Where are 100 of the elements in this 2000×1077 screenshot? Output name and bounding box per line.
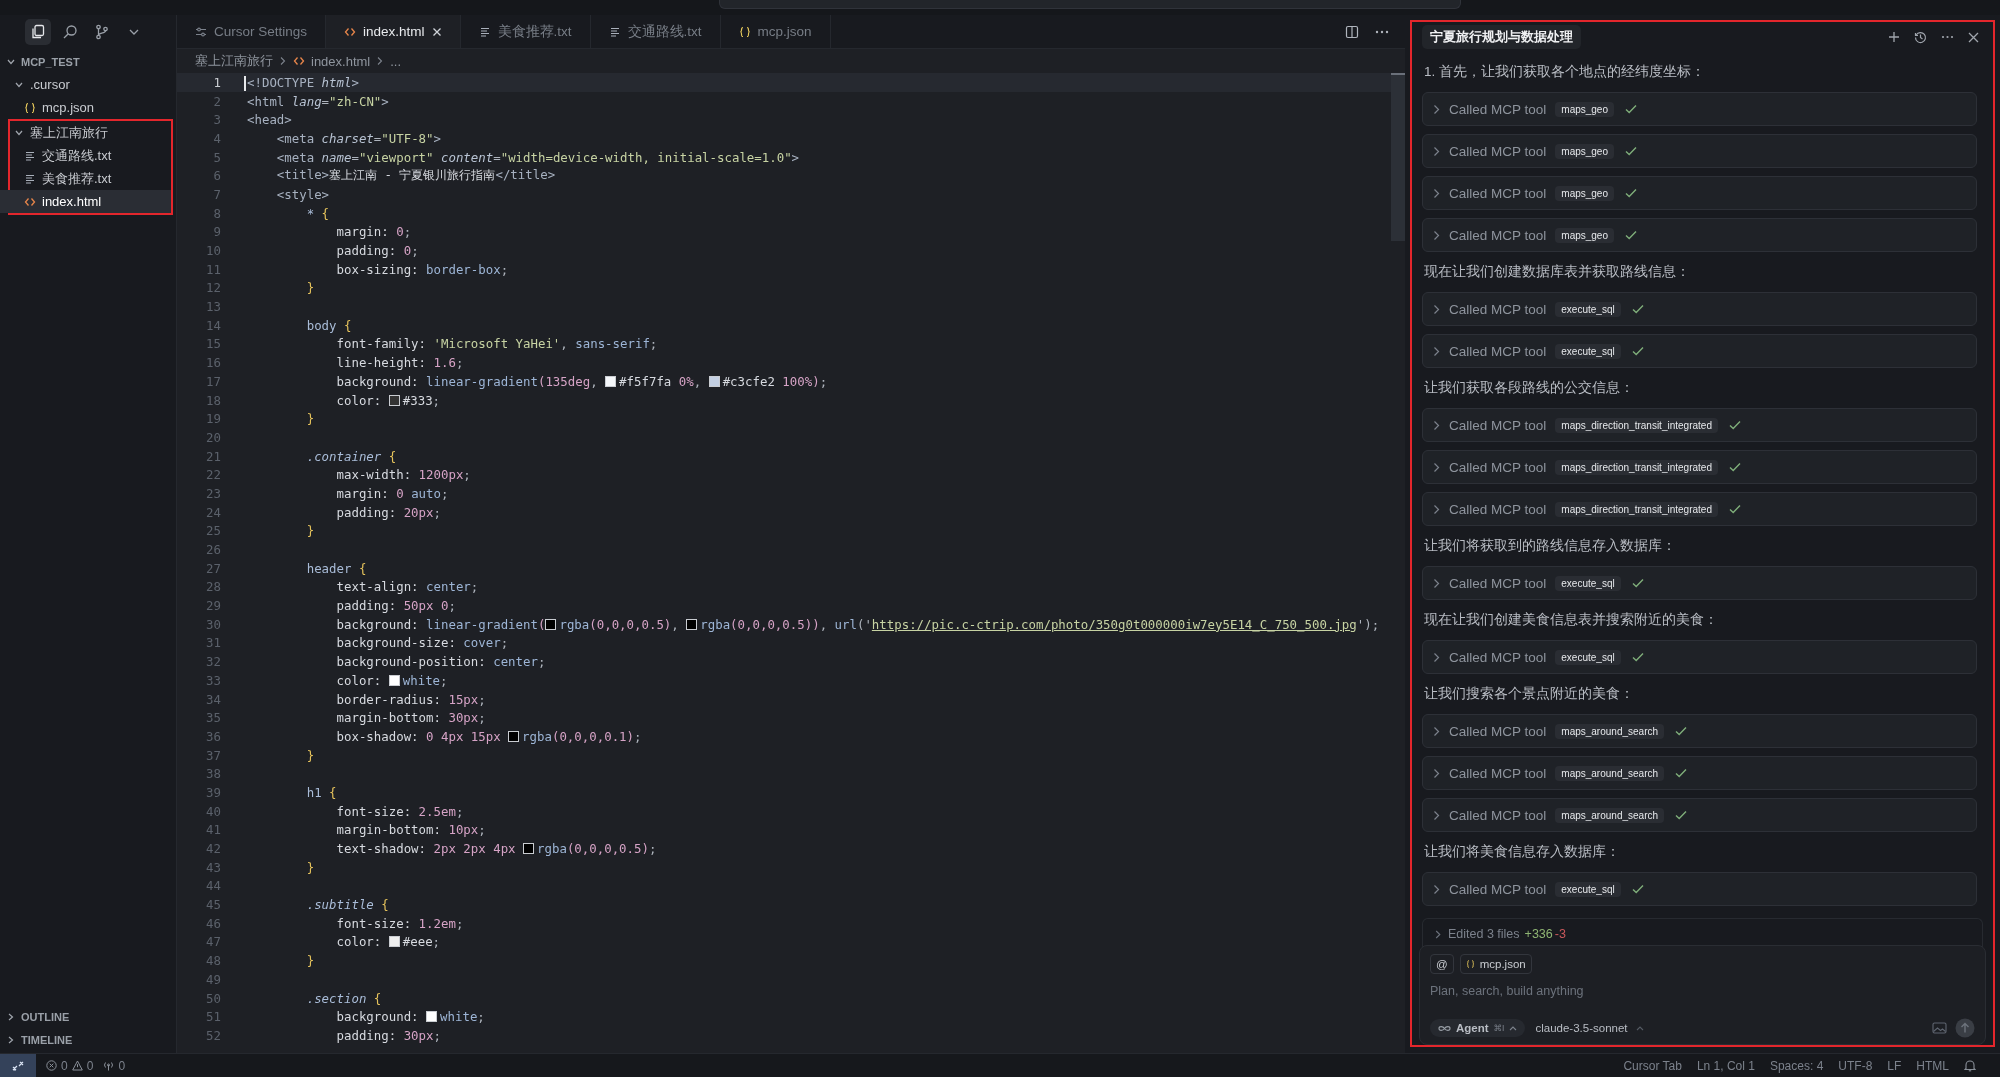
code-line: * { [305,205,330,221]
tool-call-row[interactable]: Called MCP tool execute_sql [1422,334,1977,368]
chevron-right-icon [376,56,385,66]
code-line: color: white; [335,672,448,688]
scrollbar[interactable] [1391,73,1405,241]
tool-call-label: Called MCP tool [1449,143,1547,159]
file-item[interactable]: 交通路线.txt [0,144,171,167]
file-item[interactable]: 美食推荐.txt [0,167,171,190]
prompt-input[interactable]: Plan, search, build anything [1430,980,1975,1002]
tool-call-row[interactable]: Called MCP tool maps_around_search [1422,714,1977,748]
message-text: 让我们获取各段路线的公交信息： [1423,379,1635,397]
antenna-icon [103,1060,115,1071]
code-line: } [305,747,315,763]
code-line: color: #eee; [335,934,441,950]
mention-button[interactable]: @ [1430,954,1454,974]
infinity-icon [1438,1024,1451,1032]
close-icon[interactable] [431,26,442,37]
panel-header[interactable]: TIMELINE [0,1028,176,1051]
editor-tab[interactable]: 交通路线.txt [590,15,721,48]
line-number: 9 [212,224,221,240]
line-number: 41 [205,822,221,838]
tool-call-row[interactable]: Called MCP tool maps_geo [1422,92,1977,126]
code-line: padding: 0; [335,243,419,259]
chevron-right-icon [1433,577,1440,589]
code-line: <meta name="viewport" content="width=device-width, initial-scale=1.0"> [275,149,800,165]
status-item[interactable]: Spaces: 4 [1769,1058,1824,1073]
tool-call-row[interactable]: Called MCP tool maps_around_search [1422,756,1977,790]
tool-call-row[interactable]: Called MCP tool execute_sql [1422,566,1977,600]
image-icon[interactable] [1932,1022,1947,1034]
breadcrumb-item[interactable]: ... [390,53,402,69]
status-item[interactable]: Ln 1, Col 1 [1696,1058,1755,1073]
tool-call-row[interactable]: Called MCP tool execute_sql [1422,872,1977,906]
tool-call-row[interactable]: Called MCP tool maps_direction_transit_integrated [1422,450,1977,484]
folder-item[interactable]: .cursor [0,73,176,96]
status-item[interactable]: LF [1887,1058,1902,1073]
line-number: 23 [205,485,221,501]
tool-call-row[interactable]: Called MCP tool maps_geo [1422,218,1977,252]
code-line: padding: 30px; [335,1027,441,1043]
tool-call-label: Called MCP tool [1449,881,1547,897]
breadcrumb-item[interactable]: 塞上江南旅行 [195,52,273,70]
line-number: 24 [205,504,221,520]
bell-icon[interactable] [1964,1059,1976,1072]
code-line: margin-bottom: 10px; [335,822,486,838]
split-editor-icon[interactable] [1345,24,1359,39]
error-icon [46,1060,57,1071]
tool-name-tag: execute_sql [1555,649,1621,665]
ports-indicator[interactable]: 0 [103,1058,126,1073]
braces-icon [738,25,751,38]
line-number: 2 [212,93,221,109]
warning-icon [71,1060,83,1071]
model-selector[interactable]: claude-3.5-sonnet [1535,1022,1628,1034]
tool-call-row[interactable]: Called MCP tool maps_geo [1422,134,1977,168]
folder-item[interactable]: 塞上江南旅行 [0,121,171,144]
editor-tab[interactable]: mcp.json [720,15,831,48]
mode-selector[interactable]: Agent ⌘I [1430,1019,1526,1037]
close-icon[interactable] [1968,31,1979,43]
code-line: text-shadow: 2px 2px 4px rgba(0,0,0,0.5); [335,841,657,857]
tool-call-row[interactable]: Called MCP tool execute_sql [1422,292,1977,326]
line-number: 17 [205,373,221,389]
code-line: <!DOCTYPE html> [247,74,359,90]
history-icon[interactable] [1914,30,1927,44]
tool-call-row[interactable]: Called MCP tool maps_around_search [1422,798,1977,832]
tool-call-row[interactable]: Called MCP tool execute_sql [1422,640,1977,674]
breadcrumb-item[interactable]: index.html [311,53,371,69]
code-line: color: #333; [335,392,441,408]
tool-call-row[interactable]: Called MCP tool maps_geo [1422,176,1977,210]
context-file-chip[interactable]: mcp.json [1459,954,1532,974]
remote-button[interactable] [0,1054,36,1077]
ports-count: 0 [118,1058,126,1073]
tool-call-row[interactable]: Called MCP tool maps_direction_transit_integrated [1422,408,1977,442]
send-icon[interactable] [1955,1018,1975,1038]
project-header[interactable]: MCP_TEST [0,50,176,73]
file-item[interactable]: index.html [0,190,171,213]
chevron-right-icon [1433,503,1440,515]
tool-call-label: Called MCP tool [1449,417,1547,433]
code-line: margin: 0 auto; [335,485,449,501]
plus-icon[interactable] [1888,31,1900,43]
command-center-field[interactable] [719,0,1461,9]
chevron-right-icon [1435,929,1441,939]
editor-tab[interactable]: index.html [326,15,461,48]
tool-call-label: Called MCP tool [1449,807,1547,823]
line-number: 6 [212,168,221,184]
line-number: 32 [205,654,221,670]
code-line: background-size: cover; [335,635,509,651]
status-item[interactable]: Cursor Tab [1623,1058,1682,1073]
status-item[interactable]: HTML [1916,1058,1949,1073]
status-item[interactable]: UTF-8 [1838,1058,1873,1073]
more-icon[interactable] [1375,29,1389,34]
code-line: .container { [305,448,397,464]
files-icon[interactable] [25,18,51,45]
file-item[interactable]: mcp.json [0,96,176,119]
panel-header[interactable]: OUTLINE [0,1005,176,1028]
lines-added: +336 [1524,927,1553,941]
line-number: 42 [205,841,221,857]
tool-call-row[interactable]: Called MCP tool maps_direction_transit_integrated [1422,492,1977,526]
chevron-right-icon [1433,725,1440,737]
more-icon[interactable] [1941,35,1954,39]
problems-indicator[interactable]: 0 0 [46,1058,94,1073]
editor-tab[interactable]: 美食推荐.txt [460,15,591,48]
error-count: 0 [61,1058,68,1073]
